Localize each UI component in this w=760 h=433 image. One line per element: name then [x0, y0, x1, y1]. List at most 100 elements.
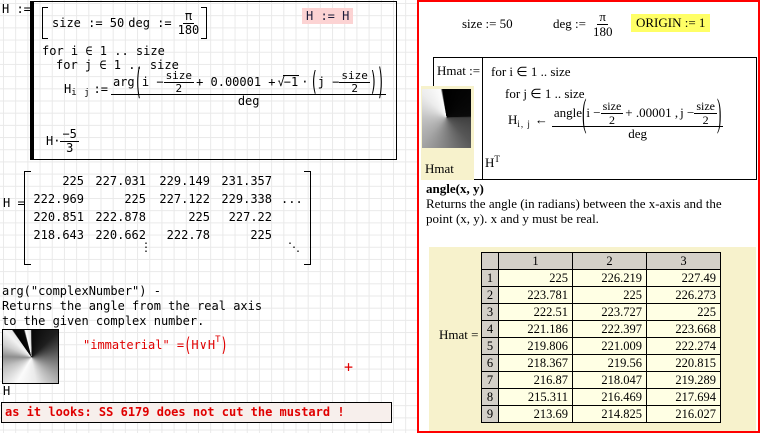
sqrt-radicand: −1 [283, 75, 299, 89]
neg-five-thirds: −53 [60, 128, 78, 154]
origin-highlight[interactable]: ORIGIN := 1 [631, 14, 710, 32]
matrix-cell: 222.878 [88, 210, 150, 228]
immaterial-lhs: "immaterial" = [83, 338, 184, 352]
table-cell: 213.69 [499, 406, 573, 423]
hmat-result-table[interactable]: 1231225226.219227.492223.781225226.27332… [481, 252, 721, 423]
table-row-header: 9 [482, 406, 499, 423]
h-matrix-result[interactable]: 225227.031229.149231.357222.969225227.12… [30, 174, 276, 246]
angle-fn: angle [554, 106, 582, 120]
table-corner-cell [482, 253, 499, 270]
table-row-header: 5 [482, 338, 499, 355]
table-cell: 223.781 [499, 287, 573, 304]
pi-over-180: π180 [176, 10, 202, 36]
table-cell: 216.469 [573, 389, 647, 406]
paren-close: ) [377, 63, 384, 101]
h-redefine-highlight[interactable]: H := H [302, 8, 353, 24]
matrix-cell: 225 [88, 192, 150, 210]
table-cell: 225 [647, 304, 721, 321]
table-row-header: 1 [482, 270, 499, 287]
table-cell: 221.186 [499, 321, 573, 338]
local-assign-arrow: ← [531, 112, 552, 128]
matrix-cell: 227.22 [214, 210, 276, 228]
eq-numerator: arg ( i − size2 + 0.00001 + √ −1 · ( j −… [113, 70, 384, 94]
eq-denominator-right: deg [626, 127, 649, 141]
comment-banner[interactable]: as it looks: SS 6179 does not cut the mu… [1, 402, 392, 423]
hmat-image-region[interactable]: Hmat [421, 86, 474, 180]
left-worksheet: H := size := 50 deg := π180 H := H for i… [0, 0, 417, 433]
arg-help-line3: to the given complex number. [2, 314, 262, 329]
deg-definition: deg := [128, 16, 175, 30]
crosshair-cursor[interactable]: + [344, 358, 353, 376]
matrix-vdots: ⋮ [140, 240, 152, 254]
angle-doc-line1: Returns the angle (in radians) between t… [426, 196, 722, 212]
hmat-table-label: Hmat = [439, 327, 478, 343]
eq-subscript-right: i, j [517, 119, 531, 129]
table-cell: 221.009 [573, 338, 647, 355]
table-cell: 219.56 [573, 355, 647, 372]
local-defs-bracket: size := 50 deg := π180 [42, 7, 207, 39]
h-program-region[interactable]: size := 50 deg := π180 H := H for i ∈ 1 … [30, 1, 397, 160]
eq-numerator-right: angle ( i − size2 + .00001 , j − size2 ) [554, 100, 721, 126]
size-over-2b: size2 [339, 70, 370, 94]
size-definition-right[interactable]: size := 50 [462, 16, 513, 32]
table-row-header: 8 [482, 389, 499, 406]
logical-or-op: ∨ [199, 338, 208, 352]
table-cell: 218.367 [499, 355, 573, 372]
paren-open: ( [135, 63, 142, 101]
matrix-ddots: ⋱ [288, 240, 300, 254]
bracket-right [201, 7, 207, 39]
matrix-cell: 231.357 [214, 174, 276, 192]
immaterial-expression[interactable]: "immaterial" = ( H ∨ H T ) [83, 338, 228, 352]
table-row-header: 7 [482, 372, 499, 389]
size-over-2-right: size2 [601, 100, 624, 126]
table-cell: 222.51 [499, 304, 573, 321]
table-cell: 227.49 [647, 270, 721, 287]
program-return-transpose: HT [485, 155, 500, 171]
right-worksheet: size := 50 deg := π180 ORIGIN := 1 Hmat … [417, 0, 760, 433]
table-col-header: 2 [573, 253, 647, 270]
size-over-2: size2 [164, 70, 195, 94]
paren-close-2: ) [370, 68, 377, 96]
matrix-cell: 225 [30, 174, 88, 192]
hmat-assign-label: Hmat := [437, 63, 480, 79]
for-i-line-right: for i ∈ 1 .. size [491, 64, 571, 80]
h-image-label: H [3, 384, 10, 398]
eq-lhs: H [64, 82, 71, 96]
table-cell: 215.311 [499, 389, 573, 406]
multiply-dot: · [299, 76, 310, 89]
table-cell: 219.806 [499, 338, 573, 355]
arg-help-text[interactable]: arg("complexNumber") - Returns the angle… [2, 284, 262, 329]
arg-help-line1: arg("complexNumber") - [2, 284, 262, 299]
table-cell: 220.815 [647, 355, 721, 372]
pi-over-180-right: π180 [591, 10, 615, 38]
matrix-cell: 227.122 [150, 192, 214, 210]
table-row-header: 4 [482, 321, 499, 338]
h-angle-image[interactable] [2, 329, 59, 384]
matrix-cell: 220.851 [30, 210, 88, 228]
matrix-bracket-right [304, 171, 311, 265]
table-cell: 218.047 [573, 372, 647, 389]
angle-doc-line2: point (x, y). x and y must be real. [426, 211, 599, 227]
for-i-line: for i ∈ 1 .. size [42, 44, 165, 58]
hmat-table-region: Hmat = 1231225226.219227.492223.78122522… [429, 247, 756, 431]
matrix-cell: 227.031 [88, 174, 150, 192]
eq-denominator: deg [236, 95, 262, 108]
table-cell: 222.274 [647, 338, 721, 355]
program-return-line: H· −53 [46, 128, 79, 154]
assign-op: := [91, 82, 111, 96]
angle-doc-title: angle(x, y) [426, 181, 484, 197]
h-assign-label: H := [2, 2, 31, 16]
matrix-cell: 218.643 [30, 228, 88, 246]
transpose-sup-right: T [494, 154, 500, 164]
table-cell: 217.694 [647, 389, 721, 406]
matrix-cell: 225 [214, 228, 276, 246]
hij-equation: H i j := arg ( i − size2 + 0.00001 + √ −… [64, 70, 386, 108]
table-col-header: 3 [647, 253, 721, 270]
arg-fn: arg [113, 76, 135, 89]
deg-definition-right[interactable]: deg := π180 [553, 10, 614, 38]
table-cell: 225 [499, 270, 573, 287]
hmat-program-region[interactable]: Hmat := for i ∈ 1 .. size for j ∈ 1 .. s… [433, 57, 757, 180]
matrix-hdots: ... [281, 192, 303, 206]
matrix-cell: 222.969 [30, 192, 88, 210]
hmat-image-label: Hmat [425, 161, 454, 177]
